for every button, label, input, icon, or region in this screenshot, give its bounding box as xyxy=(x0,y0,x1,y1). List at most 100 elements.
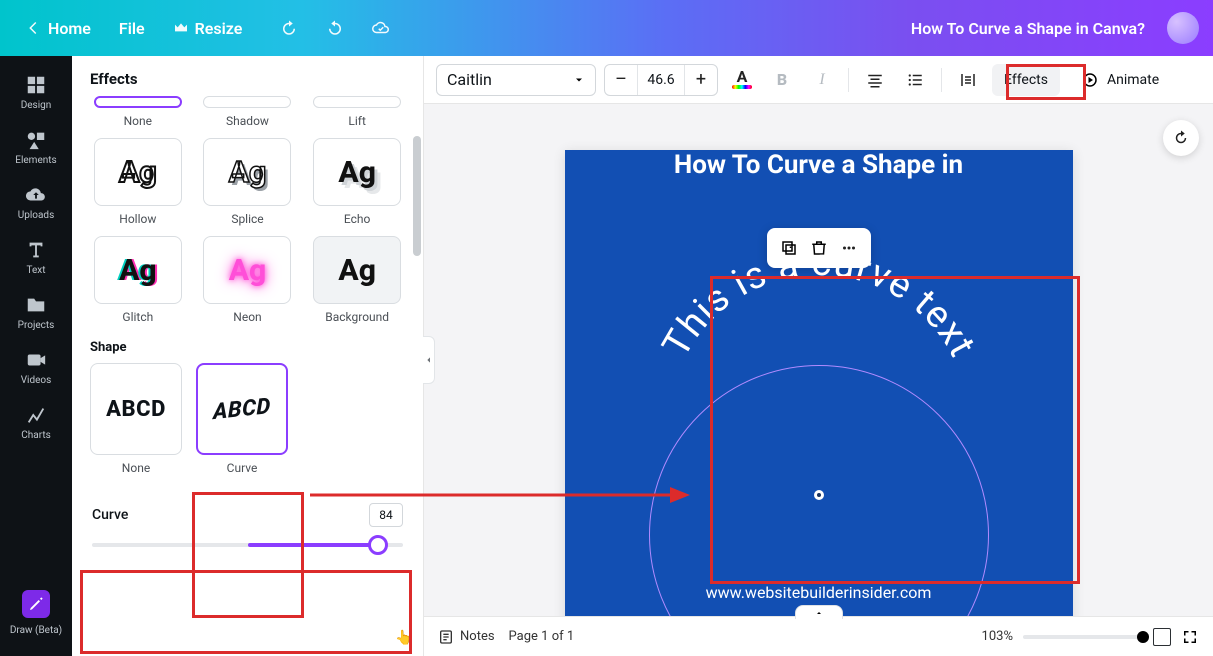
chevron-down-icon xyxy=(573,74,585,86)
rail-uploads[interactable]: Uploads xyxy=(8,176,64,231)
reset-view-button[interactable] xyxy=(1163,120,1199,156)
style-grid-row3: AgGlitch AgNeon AgBackground xyxy=(90,236,405,324)
hue-bar-icon xyxy=(732,85,752,89)
curve-label: Curve xyxy=(92,507,128,523)
size-decrease[interactable]: – xyxy=(605,65,637,95)
style-echo-thumb[interactable]: Ag xyxy=(313,138,401,206)
notes-icon xyxy=(438,629,454,645)
shape-section-label: Shape xyxy=(90,340,405,355)
style-hollow-thumb[interactable]: Ag xyxy=(94,138,182,206)
style-shadow-thumb[interactable] xyxy=(203,96,291,108)
align-center-icon xyxy=(866,71,884,89)
stage-wrap: How To Curve a Shape in This is a curve … xyxy=(424,104,1213,616)
rail-design[interactable]: Design xyxy=(8,66,64,121)
list-button[interactable] xyxy=(899,64,931,96)
panel-collapse-handle[interactable] xyxy=(423,336,435,384)
bold-button[interactable]: B xyxy=(766,64,798,96)
zoom-value[interactable]: 103% xyxy=(982,629,1013,644)
zoom-slider[interactable] xyxy=(1023,635,1143,639)
list-icon xyxy=(906,71,924,89)
home-label: Home xyxy=(48,19,91,38)
animate-icon xyxy=(1081,71,1099,89)
text-toolbar: Caitlin – 46.6 + A B I Effects Animate xyxy=(424,56,1213,104)
style-glitch-thumb[interactable]: Ag xyxy=(94,236,182,304)
stage-url[interactable]: www.websitebuilderinsider.com xyxy=(565,583,1073,602)
rail-projects[interactable]: Projects xyxy=(8,286,64,341)
curve-control: Curve 84 👆 xyxy=(90,493,405,561)
bottom-bar: Notes Page 1 of 1 103% xyxy=(424,616,1213,656)
italic-button[interactable]: I xyxy=(806,64,838,96)
crown-icon xyxy=(173,20,189,36)
animate-button[interactable]: Animate xyxy=(1068,64,1172,96)
curve-value[interactable]: 84 xyxy=(369,503,403,527)
rail-draw[interactable]: Draw (Beta) xyxy=(8,582,64,646)
cloud-upload-icon xyxy=(25,184,47,206)
font-name: Caitlin xyxy=(447,70,492,89)
center-handle[interactable] xyxy=(814,490,824,500)
redo-button[interactable] xyxy=(316,13,354,43)
draw-chip xyxy=(22,590,50,618)
style-none-thumb[interactable] xyxy=(94,96,182,108)
font-size-group: – 46.6 + xyxy=(604,64,718,96)
style-lift-thumb[interactable] xyxy=(313,96,401,108)
refresh-icon xyxy=(1172,129,1190,147)
document-title[interactable]: How To Curve a Shape in Canva? xyxy=(911,19,1145,38)
style-background-thumb[interactable]: Ag xyxy=(313,236,401,304)
side-rail: Design Elements Uploads Text Projects Vi… xyxy=(0,56,72,656)
text-color-button[interactable]: A xyxy=(726,64,758,96)
stage[interactable]: How To Curve a Shape in This is a curve … xyxy=(565,150,1073,616)
shapes-icon xyxy=(25,129,47,151)
style-label: Shadow xyxy=(226,114,269,128)
stage-headline[interactable]: How To Curve a Shape in xyxy=(585,150,1053,180)
undo-icon xyxy=(280,19,298,37)
cursor-icon: 👆 xyxy=(395,630,412,646)
chevron-left-icon xyxy=(24,19,42,37)
panel-title: Effects xyxy=(72,56,423,96)
pages-expand[interactable] xyxy=(795,605,843,619)
shape-row: ABCDNone ABCDCurve xyxy=(90,363,405,475)
effects-button[interactable]: Effects xyxy=(992,64,1060,96)
cloud-check-icon xyxy=(372,19,390,37)
style-grid-row1: None Shadow Lift xyxy=(90,96,405,128)
text-icon xyxy=(25,239,47,261)
shape-curve-thumb[interactable]: ABCD xyxy=(196,363,288,455)
style-label: None xyxy=(124,114,152,128)
style-grid-row2: AgHollow AgSplice AgEcho xyxy=(90,138,405,226)
file-menu[interactable]: File xyxy=(109,13,155,44)
zoom-controls: 103% xyxy=(982,628,1199,646)
avatar[interactable] xyxy=(1167,12,1199,44)
undo-button[interactable] xyxy=(270,13,308,43)
curve-slider[interactable] xyxy=(92,535,403,555)
slider-knob[interactable] xyxy=(368,535,388,555)
spacing-icon xyxy=(959,71,977,89)
resize-menu[interactable]: Resize xyxy=(163,13,253,44)
style-splice-thumb[interactable]: Ag xyxy=(203,138,291,206)
rail-elements[interactable]: Elements xyxy=(8,121,64,176)
cloud-sync[interactable] xyxy=(362,13,400,43)
chart-icon xyxy=(25,404,47,426)
font-dropdown[interactable]: Caitlin xyxy=(436,64,596,96)
rail-text[interactable]: Text xyxy=(8,231,64,286)
folder-icon xyxy=(25,294,47,316)
page-indicator[interactable]: Page 1 of 1 xyxy=(509,629,575,644)
rail-charts[interactable]: Charts xyxy=(8,396,64,451)
editor: Caitlin – 46.6 + A B I Effects Animate xyxy=(424,56,1213,656)
shape-none-thumb[interactable]: ABCD xyxy=(90,363,182,455)
back-button[interactable]: Home xyxy=(14,13,101,44)
panel-scrollbar[interactable] xyxy=(413,136,421,256)
style-label: Lift xyxy=(348,114,365,128)
grid-view-button[interactable] xyxy=(1153,628,1171,646)
style-neon-thumb[interactable]: Ag xyxy=(203,236,291,304)
notes-button[interactable]: Notes xyxy=(438,629,495,645)
rail-videos[interactable]: Videos xyxy=(8,341,64,396)
spacing-button[interactable] xyxy=(952,64,984,96)
redo-icon xyxy=(326,19,344,37)
top-bar: Home File Resize How To Curve a Shape in… xyxy=(0,0,1213,56)
alignment-button[interactable] xyxy=(859,64,891,96)
chevron-up-icon xyxy=(814,609,824,617)
pencil-icon xyxy=(28,596,44,612)
fullscreen-icon[interactable] xyxy=(1181,628,1199,646)
size-increase[interactable]: + xyxy=(685,65,717,95)
font-size-value[interactable]: 46.6 xyxy=(637,65,685,95)
svg-text:This is a curve text: This is a curve text xyxy=(654,241,984,365)
